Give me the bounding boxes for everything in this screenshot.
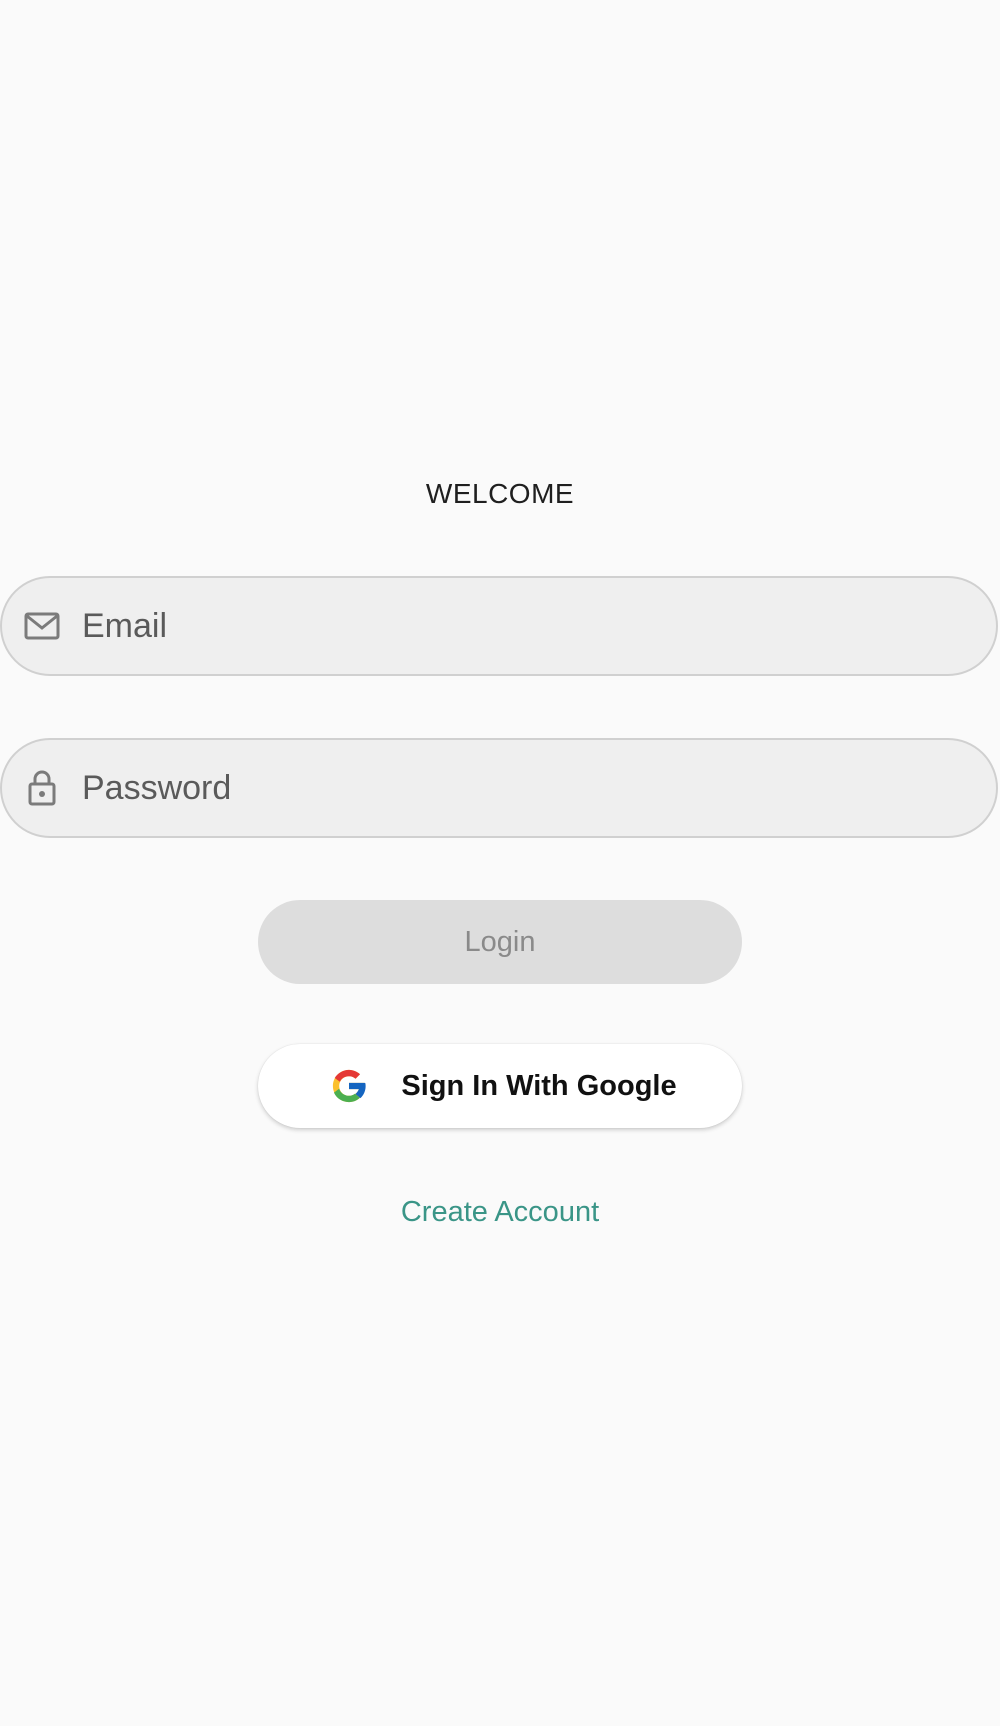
login-button-label: Login: [464, 925, 536, 958]
password-placeholder: Password: [82, 768, 232, 807]
email-field[interactable]: Email: [0, 576, 998, 676]
mail-icon: [22, 606, 62, 646]
google-button-label: Sign In With Google: [401, 1069, 677, 1102]
password-field[interactable]: Password: [0, 738, 998, 838]
page-title: WELCOME: [425, 478, 575, 509]
create-account-link[interactable]: Create Account: [0, 1196, 1000, 1229]
email-placeholder: Email: [82, 606, 168, 645]
google-logo-icon: [328, 1065, 370, 1107]
google-sign-in-button[interactable]: Sign In With Google: [258, 1044, 742, 1128]
login-button[interactable]: Login: [258, 900, 742, 984]
lock-icon: [22, 768, 62, 808]
